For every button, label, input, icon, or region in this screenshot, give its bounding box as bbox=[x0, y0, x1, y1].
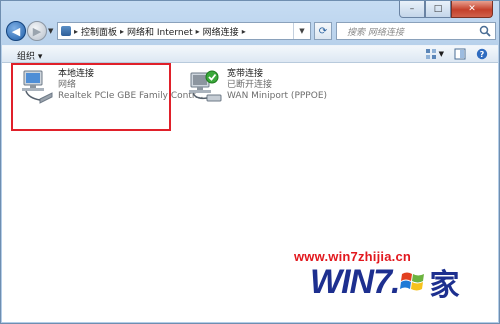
chevron-right-icon[interactable]: ▸ bbox=[120, 27, 124, 36]
toolbar-right-group: ▼ ? bbox=[425, 48, 488, 60]
view-dropdown-icon[interactable]: ▼ bbox=[439, 50, 444, 58]
help-icon[interactable]: ? bbox=[476, 48, 488, 60]
view-options-icon[interactable] bbox=[425, 48, 437, 60]
svg-text:?: ? bbox=[480, 50, 485, 59]
local-network-connection-icon bbox=[22, 70, 53, 104]
logo-win-text: WIN bbox=[310, 262, 374, 301]
minimize-button[interactable]: – bbox=[399, 1, 425, 18]
refresh-button[interactable]: ⟳ bbox=[314, 22, 332, 40]
organize-menu-button[interactable]: 组织 ▾ bbox=[17, 49, 42, 62]
logo-seven-text: 7. bbox=[373, 262, 400, 301]
connection-item-broadband[interactable]: 宽带连接 已断开连接 WAN Miniport (PPPOE) bbox=[187, 69, 327, 105]
control-panel-icon bbox=[61, 26, 71, 36]
forward-button[interactable]: ▶ bbox=[27, 21, 47, 41]
preview-pane-icon[interactable] bbox=[454, 48, 466, 60]
breadcrumb-network-internet[interactable]: 网络和 Internet bbox=[127, 25, 193, 38]
windows-flag-icon bbox=[400, 272, 425, 291]
connection-status: 已断开连接 bbox=[227, 80, 273, 90]
breadcrumb-control-panel[interactable]: 控制面板 bbox=[81, 25, 117, 38]
close-button[interactable]: ✕ bbox=[451, 1, 493, 18]
maximize-button[interactable]: □ bbox=[425, 1, 451, 18]
chevron-right-icon[interactable]: ▸ bbox=[196, 27, 200, 36]
connection-text: 宽带连接 已断开连接 WAN Miniport (PPPOE) bbox=[227, 69, 327, 105]
navigation-bar: ◀ ▶ ▼ ▸ 控制面板 ▸ 网络和 Internet ▸ 网络连接 ▸ ▼ ⟳… bbox=[6, 21, 496, 43]
search-icon bbox=[479, 25, 491, 37]
connection-device: WAN Miniport (PPPOE) bbox=[227, 91, 328, 101]
arrow-right-icon: ▶ bbox=[32, 24, 42, 38]
connection-device: Realtek PCIe GBE Family Contr... bbox=[58, 91, 204, 101]
caption-buttons: – □ ✕ bbox=[399, 1, 493, 18]
chevron-right-icon[interactable]: ▸ bbox=[74, 27, 78, 36]
explorer-window: – □ ✕ ◀ ▶ ▼ ▸ 控制面板 ▸ 网络和 Internet ▸ 网络连接… bbox=[0, 0, 500, 324]
address-dropdown-icon[interactable]: ▼ bbox=[293, 23, 310, 39]
search-input[interactable]: 搜索 网络连接 bbox=[336, 22, 496, 40]
connection-status: 网络 bbox=[58, 80, 77, 90]
chevron-right-icon[interactable]: ▸ bbox=[242, 27, 246, 36]
back-button[interactable]: ◀ bbox=[6, 21, 26, 41]
connection-text: 本地连接 网络 Realtek PCIe GBE Family Contr... bbox=[58, 69, 203, 105]
refresh-icon: ⟳ bbox=[318, 25, 328, 37]
recent-pages-dropdown-icon[interactable]: ▼ bbox=[48, 27, 53, 35]
connection-item-local[interactable]: 本地连接 网络 Realtek PCIe GBE Family Contr... bbox=[18, 69, 203, 105]
search-placeholder: 搜索 网络连接 bbox=[347, 27, 404, 38]
address-bar[interactable]: ▸ 控制面板 ▸ 网络和 Internet ▸ 网络连接 ▸ ▼ bbox=[57, 22, 311, 40]
connection-name: 本地连接 bbox=[58, 69, 95, 79]
breadcrumb-network-connections[interactable]: 网络连接 bbox=[203, 25, 239, 38]
watermark-logo: WIN 7. 家 bbox=[310, 261, 459, 303]
broadband-connection-icon bbox=[189, 70, 222, 102]
connection-name: 宽带连接 bbox=[227, 69, 264, 79]
command-bar: 组织 ▾ ▼ ? bbox=[2, 45, 498, 63]
logo-jia-text: 家 bbox=[429, 269, 459, 302]
connections-list: 本地连接 网络 Realtek PCIe GBE Family Contr...… bbox=[2, 63, 498, 322]
arrow-left-icon: ◀ bbox=[11, 24, 21, 38]
